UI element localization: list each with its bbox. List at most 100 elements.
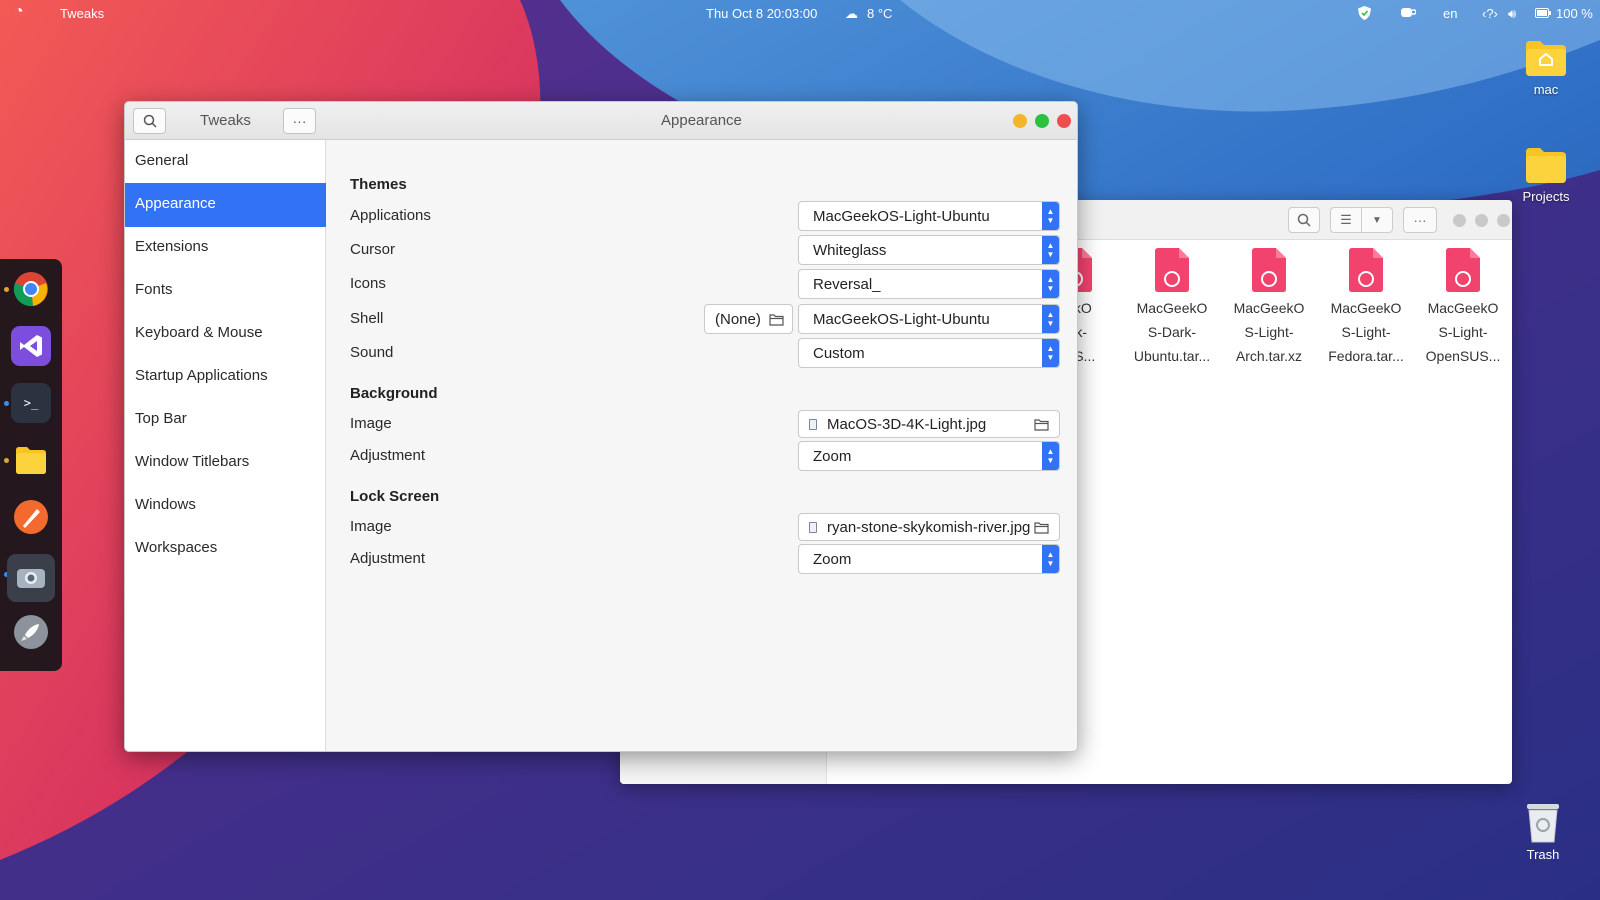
minimize-button[interactable] (1013, 114, 1027, 128)
cursor-theme-dropdown[interactable]: Whiteglass ▲ ▼ (798, 235, 1060, 265)
file-chooser-value: (None) (715, 311, 761, 328)
menu-button[interactable]: ··· (283, 108, 316, 134)
more-icon: ··· (292, 113, 307, 129)
lock-screen-adjustment-label: Adjustment (350, 550, 426, 567)
close-button[interactable] (1057, 114, 1071, 128)
file-name-line: MacGeekO (1427, 300, 1499, 316)
lock-screen-adjustment-dropdown[interactable]: Zoom ▲ ▼ (798, 544, 1060, 574)
file-name-line: Ubuntu.tar... (1133, 348, 1211, 364)
archive-file-icon (1446, 248, 1480, 292)
folder-open-icon (769, 314, 784, 326)
dropdown-value: MacGeekOS-Light-Ubuntu (813, 311, 990, 328)
dropdown-value: MacGeekOS-Light-Ubuntu (813, 208, 990, 225)
file-name-line: Fedora.tar... (1328, 348, 1404, 364)
appearance-panel: Themes Applications MacGeekOS-Light-Ubun… (326, 140, 1077, 751)
background-image-chooser[interactable]: MacOS-3D-4K-Light.jpg (798, 410, 1060, 438)
coffee-icon[interactable] (1400, 6, 1417, 23)
view-options-button[interactable]: ▼ (1361, 207, 1393, 233)
clock[interactable]: Thu Oct 8 20:03:00 (706, 6, 817, 21)
trash-icon (1527, 804, 1559, 843)
sidebar-item-general[interactable]: General (125, 140, 326, 184)
shell-file-chooser[interactable]: (None) (704, 304, 793, 334)
file-name-line: S-Light- (1438, 324, 1488, 340)
screenshot-icon[interactable] (7, 554, 55, 602)
dropdown-value: Whiteglass (813, 242, 887, 259)
image-file-icon (809, 522, 817, 533)
file-name-line: S-Light- (1244, 324, 1294, 340)
sidebar-item-window-titlebars[interactable]: Window Titlebars (125, 441, 326, 485)
background-image-label: Image (350, 415, 392, 432)
sidebar-item-startup-applications[interactable]: Startup Applications (125, 355, 326, 399)
icons-theme-dropdown[interactable]: Reversal_ ▲ ▼ (798, 269, 1060, 299)
tweaks-header-bar: Tweaks ··· Appearance (125, 102, 1077, 140)
weather-icon[interactable]: ☁ (845, 6, 858, 22)
maximize-button[interactable] (1475, 214, 1488, 227)
running-indicator (4, 287, 9, 292)
background-adjustment-dropdown[interactable]: Zoom ▲ ▼ (798, 441, 1060, 471)
weather-temperature[interactable]: 8 °C (867, 6, 892, 21)
maximize-button[interactable] (1035, 114, 1049, 128)
chevron-updown-icon: ▲ ▼ (1042, 339, 1059, 367)
language-indicator[interactable]: en (1443, 6, 1457, 21)
visual-studio-icon[interactable] (11, 326, 51, 366)
file-item[interactable]: MacGeekO S-Light- Fedora.tar... (1325, 248, 1407, 368)
dropdown-value: Zoom (813, 448, 852, 465)
sidebar-item-workspaces[interactable]: Workspaces (125, 527, 326, 571)
menu-button[interactable]: ··· (1403, 207, 1437, 233)
list-view-button[interactable]: ☰ (1330, 207, 1362, 233)
home-folder-icon (1524, 38, 1568, 78)
sidebar-item-fonts[interactable]: Fonts (125, 269, 326, 313)
search-icon (143, 114, 157, 128)
dropdown-value: Custom (813, 345, 865, 362)
lock-screen-image-chooser[interactable]: ryan-stone-skykomish-river.jpg (798, 513, 1060, 541)
sidebar-item-windows[interactable]: Windows (125, 484, 326, 528)
applications-theme-dropdown[interactable]: MacGeekOS-Light-Ubuntu ▲ ▼ (798, 201, 1060, 231)
tweaks-sidebar: General Appearance Extensions Fonts Keyb… (125, 140, 326, 751)
sidebar-item-extensions[interactable]: Extensions (125, 226, 326, 270)
desktop-icon-trash[interactable]: Trash (1515, 800, 1571, 862)
chevron-updown-icon: ▲ ▼ (1042, 202, 1059, 230)
dock: >_ (0, 259, 62, 671)
ubuntu-logo-icon[interactable]: ◔ (14, 3, 24, 21)
folder-open-icon (1034, 522, 1049, 534)
more-icon: ··· (1413, 212, 1427, 228)
desktop-icon-mac[interactable]: mac (1511, 38, 1581, 97)
search-button[interactable] (133, 108, 166, 134)
sound-theme-dropdown[interactable]: Custom ▲ ▼ (798, 338, 1060, 368)
files-icon[interactable] (11, 440, 51, 480)
file-name-line: S-Dark- (1147, 324, 1197, 340)
search-button[interactable] (1288, 207, 1320, 233)
cursor-label: Cursor (350, 241, 396, 258)
file-item[interactable]: MacGeekO S-Dark- Ubuntu.tar... (1131, 248, 1213, 368)
file-item[interactable]: MacGeekO S-Light- Arch.tar.xz (1228, 248, 1310, 368)
chrome-icon[interactable] (11, 269, 51, 309)
sidebar-item-top-bar[interactable]: Top Bar (125, 398, 326, 442)
battery-icon[interactable] (1535, 6, 1551, 21)
inkscape-icon[interactable] (11, 497, 51, 537)
file-item[interactable]: MacGeekO S-Light- OpenSUS... (1422, 248, 1504, 368)
chevron-updown-icon: ▲ ▼ (1042, 305, 1059, 333)
chevron-updown-icon: ▲ ▼ (1042, 236, 1059, 264)
close-button[interactable] (1497, 214, 1510, 227)
file-name-line: OpenSUS... (1425, 348, 1501, 364)
file-name-line: S-Light- (1341, 324, 1391, 340)
network-icon[interactable]: ‹?› (1482, 6, 1498, 21)
folder-icon (1524, 145, 1568, 185)
section-heading-lock-screen: Lock Screen (350, 488, 440, 505)
shield-icon[interactable] (1358, 6, 1371, 23)
launcher-rocket-icon[interactable] (11, 612, 51, 652)
sidebar-item-keyboard-mouse[interactable]: Keyboard & Mouse (125, 312, 326, 356)
minimize-button[interactable] (1453, 214, 1466, 227)
image-file-icon (809, 419, 817, 430)
terminal-icon[interactable]: >_ (11, 383, 51, 423)
volume-icon[interactable]: 🔊︎ (1508, 6, 1516, 22)
app-title: Tweaks (200, 112, 251, 129)
chevron-down-icon: ▼ (1372, 214, 1382, 226)
folder-open-icon (1034, 419, 1049, 431)
sidebar-item-appearance[interactable]: Appearance (125, 183, 326, 227)
shell-label: Shell (350, 310, 384, 327)
desktop-icon-projects[interactable]: Projects (1511, 145, 1581, 204)
shell-theme-dropdown[interactable]: MacGeekOS-Light-Ubuntu ▲ ▼ (798, 304, 1060, 334)
active-app-name[interactable]: Tweaks (60, 6, 104, 21)
tweaks-window: Tweaks ··· Appearance General Appearance… (124, 101, 1078, 752)
